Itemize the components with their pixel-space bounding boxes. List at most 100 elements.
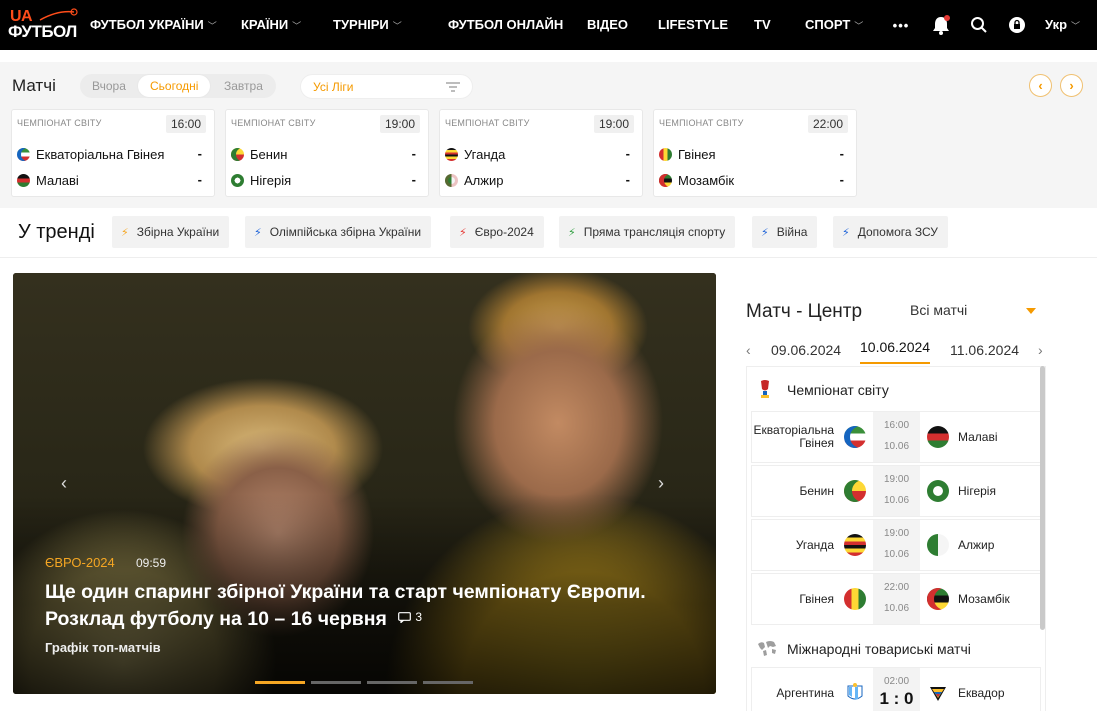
- match-row[interactable]: Уганда 19:00 10.06 Алжир: [752, 520, 1040, 570]
- date-tab[interactable]: 09.06.2024: [771, 342, 841, 358]
- date-next-button[interactable]: ›: [1038, 342, 1043, 358]
- site-logo[interactable]: UA ФУТБОЛ: [8, 8, 80, 44]
- match-card[interactable]: ЧЕМПІОНАТ СВІТУ 19:00 Уганда - Алжир -: [440, 110, 642, 196]
- match-row[interactable]: Гвінея 22:00 10.06 Мозамбік: [752, 574, 1040, 624]
- slider-dot[interactable]: [423, 681, 473, 684]
- trend-tag[interactable]: ⚡ Збірна України: [112, 216, 230, 248]
- nav-label: TV: [754, 17, 771, 32]
- slider-dot[interactable]: [367, 681, 417, 684]
- match-center-filter[interactable]: Всі матчі: [910, 302, 1038, 322]
- match-away-score: -: [197, 172, 202, 187]
- language-label: Укр: [1045, 17, 1068, 32]
- match-time: 22:00: [807, 115, 848, 133]
- match-center-title: Матч - Центр: [746, 301, 863, 322]
- date-tab-active[interactable]: 10.06.2024: [860, 339, 931, 364]
- hero-category[interactable]: ЄВРО-2024: [45, 555, 115, 570]
- match-row[interactable]: Аргентина 02:00 1 : 0 Еквадор: [752, 668, 1040, 711]
- filter-icon: [446, 82, 460, 92]
- flag-icon: [844, 480, 866, 502]
- matches-next-button[interactable]: ›: [1060, 74, 1083, 97]
- nav-item-sport[interactable]: СПОРТ ﹀: [805, 17, 863, 32]
- league-filter-select[interactable]: Усі Ліги: [300, 74, 473, 99]
- day-switcher: Вчора Сьогодні Завтра: [80, 74, 276, 98]
- day-yesterday-tab[interactable]: Вчора: [92, 79, 126, 93]
- caret-down-icon: [1026, 308, 1036, 314]
- matches-strip: Матчі Вчора Сьогодні Завтра Усі Ліги ‹ ›…: [0, 62, 1097, 208]
- away-team: Нігерія: [958, 484, 996, 498]
- more-dots-icon: •••: [892, 17, 910, 33]
- team-name: Малаві: [36, 173, 79, 188]
- account-button[interactable]: [1006, 14, 1028, 36]
- match-score: 1 : 0: [879, 689, 914, 708]
- flag-icon: [231, 174, 244, 187]
- team-name: Гвінея: [678, 147, 716, 162]
- team-name: Уганда: [464, 147, 506, 162]
- kickoff-date: 10.06: [883, 441, 910, 452]
- notifications-button[interactable]: [930, 14, 952, 36]
- date-tab[interactable]: 11.06.2024: [950, 342, 1019, 358]
- hero-next-button[interactable]: ›: [658, 473, 664, 494]
- match-row[interactable]: Бенин 19:00 10.06 Нігерія: [752, 466, 1040, 516]
- comments-count[interactable]: 3: [398, 605, 422, 630]
- hero-slider[interactable]: ‹ › ЄВРО-2024 09:59 Ще один спаринг збір…: [13, 273, 716, 694]
- nav-label: ВІДЕО: [587, 17, 629, 32]
- match-home-score: -: [625, 146, 630, 161]
- flag-icon: [927, 480, 949, 502]
- nav-item-football-online[interactable]: ФУТБОЛ ОНЛАЙН: [448, 17, 563, 32]
- match-center-list: Чемпіонат світу Екваторіальна Гвінея 16:…: [746, 366, 1046, 711]
- match-row[interactable]: Екваторіальна Гвінея 16:00 10.06 Малаві: [752, 412, 1040, 462]
- match-center-scrollbar[interactable]: [1040, 366, 1045, 630]
- match-league: ЧЕМПІОНАТ СВІТУ: [231, 118, 316, 128]
- ecuador-crest-icon: [930, 687, 946, 701]
- tag-label: Олімпійська збірна України: [269, 225, 422, 239]
- nav-item-video[interactable]: ВІДЕО: [587, 17, 628, 32]
- match-away-team: Алжир: [445, 173, 503, 188]
- chevron-down-icon: ﹀: [292, 21, 302, 31]
- slider-dot[interactable]: [255, 681, 305, 684]
- hero-subtitle[interactable]: Графік топ-матчів: [45, 640, 161, 655]
- trend-tag[interactable]: ⚡ Євро-2024: [450, 216, 544, 248]
- date-prev-button[interactable]: ‹: [746, 342, 751, 358]
- match-card[interactable]: ЧЕМПІОНАТ СВІТУ 19:00 Бенин - Нігерія -: [226, 110, 428, 196]
- trend-tag[interactable]: ⚡ Допомога ЗСУ: [833, 216, 948, 248]
- home-team: Бенин: [799, 483, 834, 498]
- day-tomorrow-tab[interactable]: Завтра: [224, 79, 263, 93]
- chevron-down-icon: ﹀: [207, 21, 217, 31]
- match-home-team: Екваторіальна Гвінея: [17, 147, 164, 162]
- trend-tag[interactable]: ⚡ Пряма трансляція спорту: [559, 216, 736, 248]
- nav-label: ТУРНІРИ: [333, 17, 389, 32]
- search-button[interactable]: [968, 14, 990, 36]
- kickoff-time: 02:00: [883, 676, 910, 687]
- match-home-score: -: [839, 146, 844, 161]
- comment-icon: [398, 612, 412, 623]
- trend-tag[interactable]: ⚡ Олімпійська збірна України: [245, 216, 432, 248]
- hero-prev-button[interactable]: ‹: [61, 473, 67, 494]
- day-today-tab[interactable]: Сьогодні: [138, 75, 211, 97]
- hero-headline[interactable]: Ще один спаринг збірної України та старт…: [45, 580, 685, 632]
- competition-header[interactable]: Міжнародні товариські матчі: [747, 626, 1045, 670]
- tag-label: Євро-2024: [474, 225, 534, 239]
- match-card[interactable]: ЧЕМПІОНАТ СВІТУ 16:00 Екваторіальна Гвін…: [12, 110, 214, 196]
- nav-item-lifestyle[interactable]: LIFESTYLE: [658, 17, 728, 32]
- match-home-score: -: [411, 146, 416, 161]
- nav-item-countries[interactable]: КРАЇНИ ﹀: [241, 17, 301, 32]
- flag-icon: [927, 588, 949, 610]
- world-cup-icon: [761, 380, 769, 398]
- language-selector[interactable]: Укр ﹀: [1045, 17, 1080, 32]
- match-card[interactable]: ЧЕМПІОНАТ СВІТУ 22:00 Гвінея - Мозамбік …: [654, 110, 856, 196]
- bell-icon: [933, 15, 950, 35]
- match-time: 16:00: [165, 115, 206, 133]
- match-home-team: Гвінея: [659, 147, 716, 162]
- slider-dot[interactable]: [311, 681, 361, 684]
- match-time-box: 19:00 10.06: [873, 466, 920, 516]
- competition-header[interactable]: Чемпіонат світу: [747, 367, 1045, 411]
- nav-item-tv[interactable]: TV: [754, 17, 771, 32]
- bolt-icon: ⚡: [254, 226, 262, 239]
- trend-tag[interactable]: ⚡ Війна: [752, 216, 818, 248]
- more-menu-button[interactable]: •••: [890, 14, 912, 36]
- matches-prev-button[interactable]: ‹: [1029, 74, 1052, 97]
- bolt-icon: ⚡: [121, 226, 129, 239]
- nav-item-tournaments[interactable]: ТУРНІРИ ﹀: [333, 17, 402, 32]
- nav-item-football-ukraine[interactable]: ФУТБОЛ УКРАЇНИ ﹀: [90, 17, 217, 32]
- tag-label: Збірна України: [136, 225, 220, 239]
